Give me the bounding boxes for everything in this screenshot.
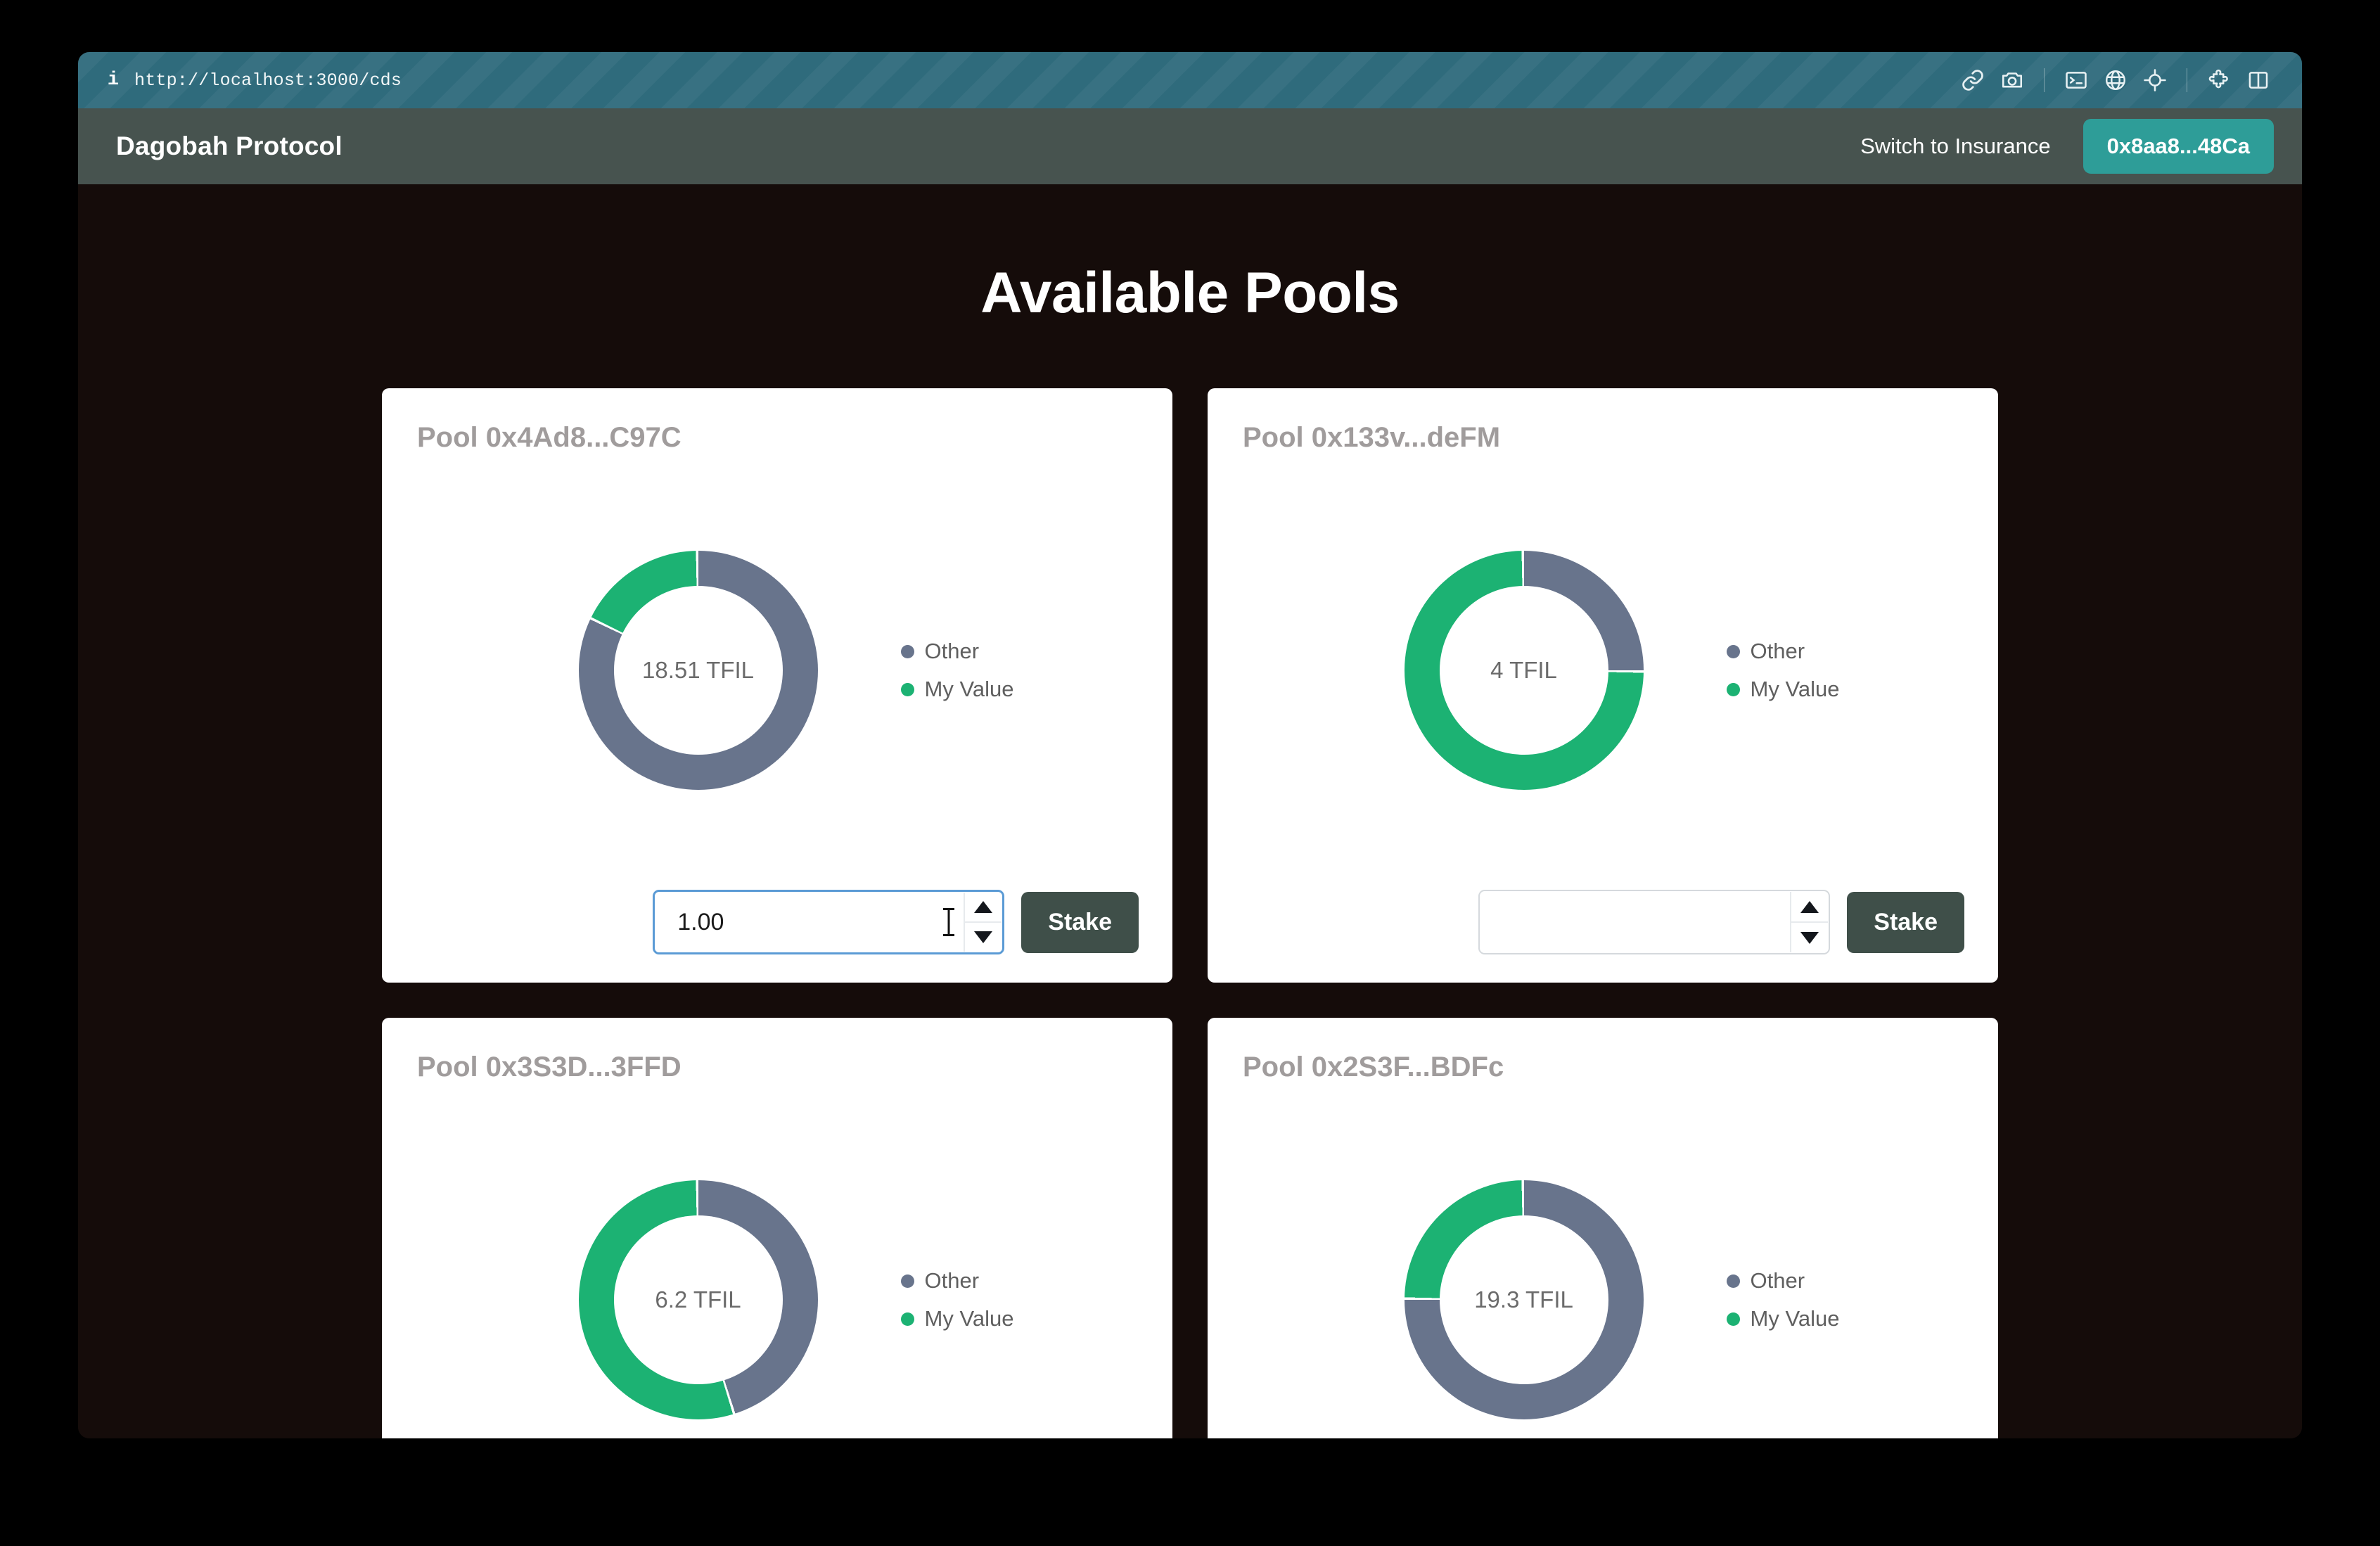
browser-url-bar: i http://localhost:3000/cds xyxy=(78,52,2302,108)
wallet-address-button[interactable]: 0x8aa8...48Ca xyxy=(2082,119,2274,174)
browser-toolbar-icons xyxy=(1953,62,2278,98)
text-cursor-icon xyxy=(943,908,955,936)
donut-center-value: 18.51 TFIL xyxy=(642,657,755,683)
chevron-down-icon xyxy=(974,931,993,943)
chevron-up-icon xyxy=(974,901,993,913)
pool-grid: Pool 0x4Ad8...C97C 18.51 TFIL Other My V… xyxy=(78,388,2302,1438)
info-icon: i xyxy=(107,70,120,91)
legend-label-my-value: My Value xyxy=(1750,677,1840,701)
target-icon[interactable] xyxy=(2135,62,2175,98)
legend-item-other: Other xyxy=(900,639,1014,664)
donut-center-value: 4 TFIL xyxy=(1490,657,1557,683)
legend-item-my-value: My Value xyxy=(1726,1306,1840,1331)
number-spinner[interactable] xyxy=(964,893,1002,952)
legend-item-my-value: My Value xyxy=(1726,677,1840,702)
browser-window: i http://localhost:3000/cds Dagobah Prot… xyxy=(78,52,2302,1438)
legend-dot-other xyxy=(1726,644,1740,658)
spinner-up-button[interactable] xyxy=(965,893,1002,923)
donut-chart: 19.3 TFIL xyxy=(1404,1180,1644,1419)
donut-hole: 18.51 TFIL xyxy=(613,586,783,755)
legend-dot-my-value xyxy=(900,682,914,696)
legend-item-other: Other xyxy=(900,1268,1014,1293)
terminal-icon[interactable] xyxy=(2056,62,2096,98)
pool-card-title: Pool 0x4Ad8...C97C xyxy=(417,422,682,453)
donut-hole: 6.2 TFIL xyxy=(613,1215,783,1384)
legend-item-other: Other xyxy=(1726,639,1840,664)
pool-card: Pool 0x2S3F...BDFc 19.3 TFIL Other My Va… xyxy=(1208,1018,1998,1438)
legend-dot-my-value xyxy=(1726,1312,1740,1326)
pool-card: Pool 0x4Ad8...C97C 18.51 TFIL Other My V… xyxy=(382,388,1172,983)
legend-label-other: Other xyxy=(924,639,980,663)
spinner-up-button[interactable] xyxy=(1791,892,1829,923)
chevron-down-icon xyxy=(1800,931,1819,944)
pool-card-title: Pool 0x2S3F...BDFc xyxy=(1243,1052,1504,1082)
pool-chart-row: 4 TFIL Other My Value xyxy=(1241,458,1964,883)
url-text[interactable]: http://localhost:3000/cds xyxy=(134,70,402,91)
chevron-up-icon xyxy=(1800,900,1819,913)
legend-dot-my-value xyxy=(1726,682,1740,696)
toolbar-divider-1 xyxy=(2044,68,2045,92)
page-title: Available Pools xyxy=(980,261,1400,325)
spinner-down-button[interactable] xyxy=(965,923,1002,952)
legend-item-my-value: My Value xyxy=(900,677,1014,702)
legend-label-other: Other xyxy=(1750,1268,1805,1293)
legend-label-my-value: My Value xyxy=(1750,1306,1840,1331)
app-brand-title: Dagobah Protocol xyxy=(116,132,343,160)
page-body: Available Pools Pool 0x4Ad8...C97C 18.51… xyxy=(78,184,2302,1438)
chart-legend: Other My Value xyxy=(1726,639,1840,702)
stake-amount-input[interactable]: 1.00 xyxy=(653,890,1005,954)
camera-icon[interactable] xyxy=(1992,62,2032,98)
pool-card-title: Pool 0x3S3D...3FFD xyxy=(417,1052,682,1082)
donut-center-value: 19.3 TFIL xyxy=(1474,1286,1573,1312)
pool-chart-row: 19.3 TFIL Other My Value xyxy=(1241,1087,1964,1438)
link-icon[interactable] xyxy=(1953,62,1992,98)
donut-chart: 4 TFIL xyxy=(1404,551,1644,790)
app-header: Dagobah Protocol Switch to Insurance 0x8… xyxy=(78,108,2302,184)
legend-label-other: Other xyxy=(924,1268,980,1293)
stake-amount-input[interactable] xyxy=(1478,890,1831,954)
donut-center-value: 6.2 TFIL xyxy=(655,1286,741,1312)
globe-icon[interactable] xyxy=(2096,62,2135,98)
switch-to-insurance-link[interactable]: Switch to Insurance xyxy=(1860,134,2051,159)
stake-row: Stake xyxy=(1241,890,1964,954)
donut-hole: 4 TFIL xyxy=(1439,586,1608,755)
legend-dot-my-value xyxy=(900,1312,914,1326)
chart-legend: Other My Value xyxy=(900,639,1014,702)
stake-button[interactable]: Stake xyxy=(1021,891,1139,953)
legend-label-my-value: My Value xyxy=(924,677,1014,701)
legend-dot-other xyxy=(900,644,914,658)
donut-hole: 19.3 TFIL xyxy=(1439,1215,1608,1384)
donut-chart: 18.51 TFIL xyxy=(578,551,818,790)
pool-chart-row: 18.51 TFIL Other My Value xyxy=(416,458,1139,883)
spinner-down-button[interactable] xyxy=(1791,923,1828,952)
pool-card-title: Pool 0x133v...deFM xyxy=(1243,422,1501,453)
split-panel-icon[interactable] xyxy=(2239,62,2278,98)
stake-button[interactable]: Stake xyxy=(1847,891,1964,953)
legend-dot-other xyxy=(1726,1274,1740,1288)
legend-item-my-value: My Value xyxy=(900,1306,1014,1331)
number-spinner[interactable] xyxy=(1790,892,1829,952)
legend-item-other: Other xyxy=(1726,1268,1840,1293)
legend-label-my-value: My Value xyxy=(924,1306,1014,1331)
puzzle-icon[interactable] xyxy=(2199,62,2239,98)
pool-card: Pool 0x133v...deFM 4 TFIL Other My Value… xyxy=(1208,388,1998,983)
chart-legend: Other My Value xyxy=(900,1268,1014,1331)
screen-root: i http://localhost:3000/cds Dagobah Prot… xyxy=(0,0,2380,1546)
donut-chart: 6.2 TFIL xyxy=(578,1180,818,1419)
chart-legend: Other My Value xyxy=(1726,1268,1840,1331)
stake-amount-value: 1.00 xyxy=(677,908,724,935)
legend-dot-other xyxy=(900,1274,914,1288)
legend-label-other: Other xyxy=(1750,639,1805,663)
pool-card: Pool 0x3S3D...3FFD 6.2 TFIL Other My Val… xyxy=(382,1018,1172,1438)
pool-chart-row: 6.2 TFIL Other My Value xyxy=(416,1087,1139,1438)
stake-row: 1.00 Stake xyxy=(416,890,1139,954)
